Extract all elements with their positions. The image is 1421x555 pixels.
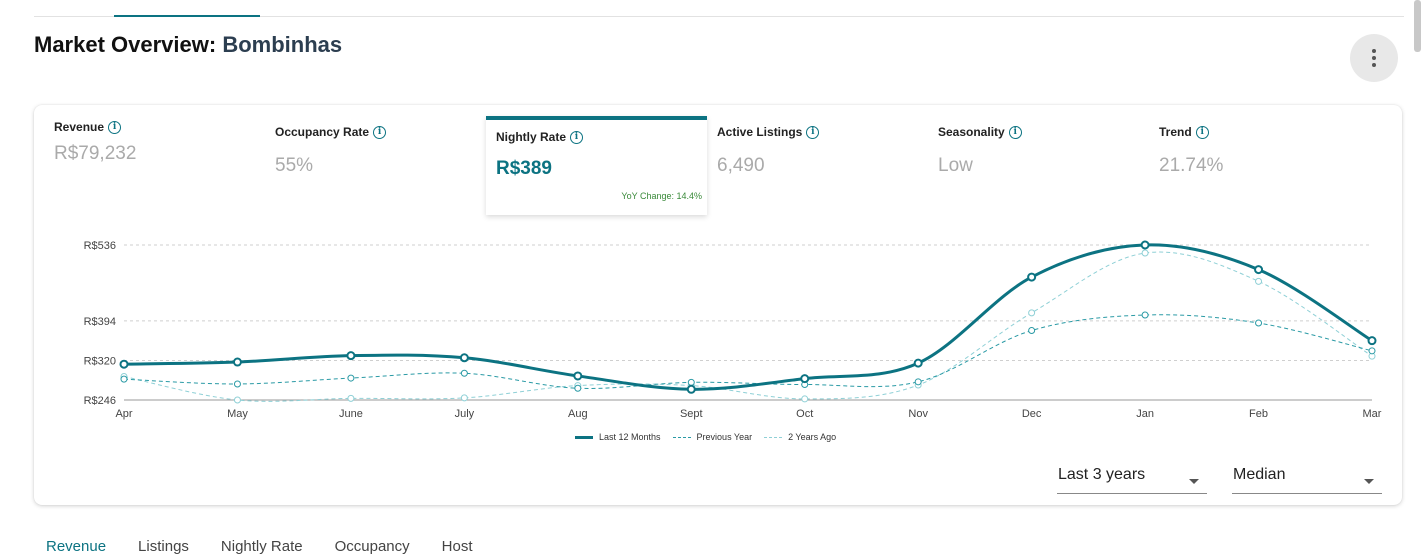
market-location: Bombinhas xyxy=(222,32,343,57)
chart-legend: Last 12 Months Previous Year 2 Years Ago xyxy=(575,432,836,442)
data-point xyxy=(1141,249,1149,257)
statistic-select[interactable]: Median xyxy=(1232,466,1382,494)
data-point xyxy=(233,396,241,404)
series-line xyxy=(123,251,1373,402)
data-point xyxy=(233,380,241,388)
data-point xyxy=(460,394,468,402)
series-line xyxy=(123,243,1373,391)
legend-label: Previous Year xyxy=(696,432,753,442)
x-tick-label: Dec xyxy=(1022,408,1042,420)
data-point xyxy=(574,384,582,392)
tab-nightly-rate[interactable]: Nightly Rate xyxy=(221,538,303,555)
more-vert-icon xyxy=(1372,49,1376,53)
data-point xyxy=(914,378,922,386)
x-tick-label: Feb xyxy=(1249,408,1268,420)
x-tick-label: Sept xyxy=(680,408,703,420)
x-tick-label: Apr xyxy=(115,408,132,420)
x-tick-label: Oct xyxy=(796,408,813,420)
active-tab-indicator xyxy=(114,15,260,17)
legend-swatch xyxy=(575,435,593,439)
y-tick-label: R$394 xyxy=(84,316,116,328)
data-point xyxy=(1028,309,1036,317)
tab-revenue[interactable]: Revenue xyxy=(46,538,106,555)
more-vert-icon-dot xyxy=(1372,63,1376,67)
series-line xyxy=(123,314,1373,389)
y-tick-label: R$320 xyxy=(84,355,116,367)
legend-label: Last 12 Months xyxy=(599,432,661,442)
x-tick-label: Jan xyxy=(1136,408,1154,420)
y-tick-label: R$536 xyxy=(84,240,116,252)
market-overview-card: Revenue i R$79,232 Occupancy Rate i 55% … xyxy=(34,105,1402,505)
scrollbar-thumb[interactable] xyxy=(1414,0,1421,52)
page-title: Market Overview: Bombinhas xyxy=(34,32,342,58)
tab-listings[interactable]: Listings xyxy=(138,538,189,555)
data-point xyxy=(347,374,355,382)
x-tick-label: May xyxy=(227,408,248,420)
data-point xyxy=(801,395,809,403)
data-point xyxy=(119,359,129,369)
period-select-value: Last 3 years xyxy=(1058,466,1146,483)
data-point xyxy=(347,394,355,402)
legend-label: 2 Years Ago xyxy=(788,432,837,442)
data-point xyxy=(913,358,923,368)
chevron-down-icon xyxy=(1364,479,1374,484)
legend-item-last-12-months[interactable]: Last 12 Months xyxy=(575,432,661,442)
data-point xyxy=(573,371,583,381)
data-point xyxy=(1367,336,1377,346)
y-tick-label: R$246 xyxy=(84,395,116,407)
data-point xyxy=(120,375,128,383)
page-title-prefix: Market Overview: xyxy=(34,32,217,57)
more-vert-icon-dot xyxy=(1372,56,1376,60)
legend-item-previous-year[interactable]: Previous Year xyxy=(672,432,753,442)
data-point xyxy=(1141,311,1149,319)
legend-swatch xyxy=(672,436,691,438)
data-point xyxy=(1028,327,1036,335)
period-select[interactable]: Last 3 years xyxy=(1057,466,1207,494)
data-point xyxy=(459,353,469,363)
x-tick-label: Nov xyxy=(908,408,928,420)
data-point xyxy=(1255,277,1263,285)
statistic-select-value: Median xyxy=(1233,466,1286,483)
legend-swatch xyxy=(764,436,783,438)
data-point xyxy=(1368,347,1376,355)
data-point xyxy=(687,378,695,386)
x-tick-label: Aug xyxy=(568,408,588,420)
data-point xyxy=(1255,319,1263,327)
data-point xyxy=(232,357,242,367)
nightly-rate-chart: R$536 R$394 R$320 R$246Apr May June July Aug Sep… xyxy=(84,240,1382,420)
more-options-button[interactable] xyxy=(1350,34,1398,82)
x-tick-label: Mar xyxy=(1363,408,1382,420)
chevron-down-icon xyxy=(1189,479,1199,484)
data-point xyxy=(1140,240,1150,250)
tab-host[interactable]: Host xyxy=(442,538,473,555)
data-point xyxy=(460,369,468,377)
data-point xyxy=(346,351,356,361)
x-tick-label: July xyxy=(455,408,475,420)
data-point xyxy=(800,374,810,384)
section-tabs: Revenue Listings Nightly Rate Occupancy … xyxy=(46,538,473,555)
data-point xyxy=(686,384,696,394)
data-point xyxy=(1254,265,1264,275)
x-tick-label: June xyxy=(339,408,363,420)
legend-item-2-years-ago[interactable]: 2 Years Ago xyxy=(764,432,836,442)
tab-occupancy[interactable]: Occupancy xyxy=(335,538,410,555)
data-point xyxy=(1027,272,1037,282)
